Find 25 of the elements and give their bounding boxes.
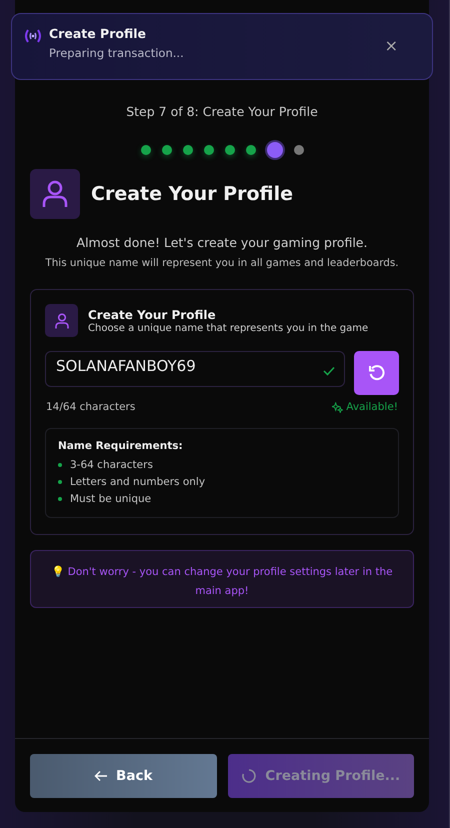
user-icon	[54, 312, 68, 328]
name-field[interactable]: SOLANAFANBOY69	[45, 351, 345, 387]
card-title: Create Your Profile	[88, 308, 217, 322]
requirement-item: Must be unique	[70, 493, 152, 505]
toast-title: Create Profile	[49, 26, 147, 41]
step-label: Step 7 of 8: Create Your Profile	[126, 104, 318, 119]
availability-status: Available!	[346, 401, 398, 413]
toast-message: Preparing transaction...	[49, 46, 185, 60]
close-button[interactable]: ×	[384, 36, 398, 55]
refresh-button[interactable]	[354, 351, 399, 395]
arrow-left-icon	[94, 770, 108, 782]
user-icon	[42, 180, 68, 208]
section-title: Create Your Profile	[91, 183, 294, 205]
intro-text: Almost done! Let's create your gaming profile.	[76, 235, 368, 250]
refresh-icon	[368, 364, 386, 382]
back-button[interactable]: Back	[30, 754, 216, 798]
sparkle-icon	[332, 402, 344, 412]
character-counter: 14/64 characters	[46, 401, 136, 413]
card-subtitle: Choose a unique name that represents you in the game	[88, 322, 368, 334]
description-text: This unique name will represent you in all games and leaderboards.	[45, 257, 399, 269]
requirement-item: Letters and numbers only	[70, 476, 206, 488]
requirements-title: Name Requirements:	[58, 440, 184, 452]
requirement-item: 3-64 characters	[70, 459, 153, 471]
tip-text: 💡 Don't worry - you can change your profile settings later in the main app!	[51, 566, 393, 597]
broadcast-icon	[23, 28, 43, 44]
